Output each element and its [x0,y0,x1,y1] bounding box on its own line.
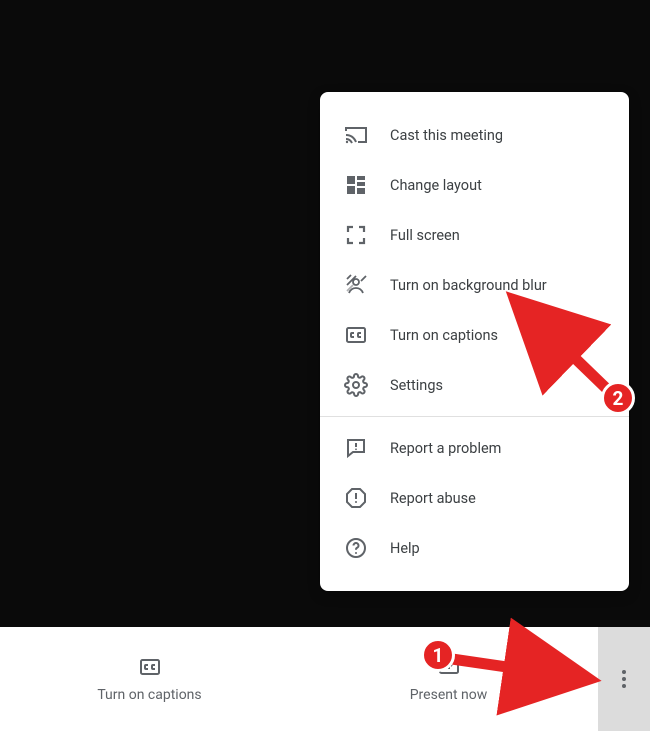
menu-item-label: Turn on background blur [390,277,547,294]
captions-label: Turn on captions [97,687,201,703]
menu-item-label: Help [390,540,420,557]
feedback-icon [344,436,368,460]
bottom-bar: Turn on captions Present now [0,627,650,731]
more-options-menu: Cast this meeting Change layout [320,92,629,591]
menu-item-label: Cast this meeting [390,127,503,144]
menu-item-settings[interactable]: Settings [320,360,629,410]
cast-icon [344,123,368,147]
menu-item-help[interactable]: Help [320,523,629,573]
menu-divider [320,416,629,417]
menu-item-label: Full screen [390,227,460,244]
captions-button[interactable]: Turn on captions [0,627,299,731]
layout-icon [344,173,368,197]
blur-icon [344,273,368,297]
menu-item-fullscreen[interactable]: Full screen [320,210,629,260]
menu-item-label: Change layout [390,177,482,194]
captions-icon [138,655,162,679]
report-icon [344,486,368,510]
menu-item-label: Settings [390,377,443,394]
present-button[interactable]: Present now [299,627,598,731]
menu-item-label: Report a problem [390,440,501,457]
fullscreen-icon [344,223,368,247]
menu-item-background-blur[interactable]: Turn on background blur [320,260,629,310]
present-icon [437,655,461,679]
menu-item-label: Report abuse [390,490,476,507]
gear-icon [344,373,368,397]
more-options-button[interactable] [598,627,650,731]
menu-item-report-abuse[interactable]: Report abuse [320,473,629,523]
present-label: Present now [410,687,488,703]
help-icon [344,536,368,560]
menu-item-cast[interactable]: Cast this meeting [320,110,629,160]
menu-item-report-problem[interactable]: Report a problem [320,423,629,473]
more-vert-icon [612,667,636,691]
menu-item-layout[interactable]: Change layout [320,160,629,210]
menu-item-label: Turn on captions [390,327,498,344]
menu-item-captions[interactable]: Turn on captions [320,310,629,360]
captions-icon [344,323,368,347]
